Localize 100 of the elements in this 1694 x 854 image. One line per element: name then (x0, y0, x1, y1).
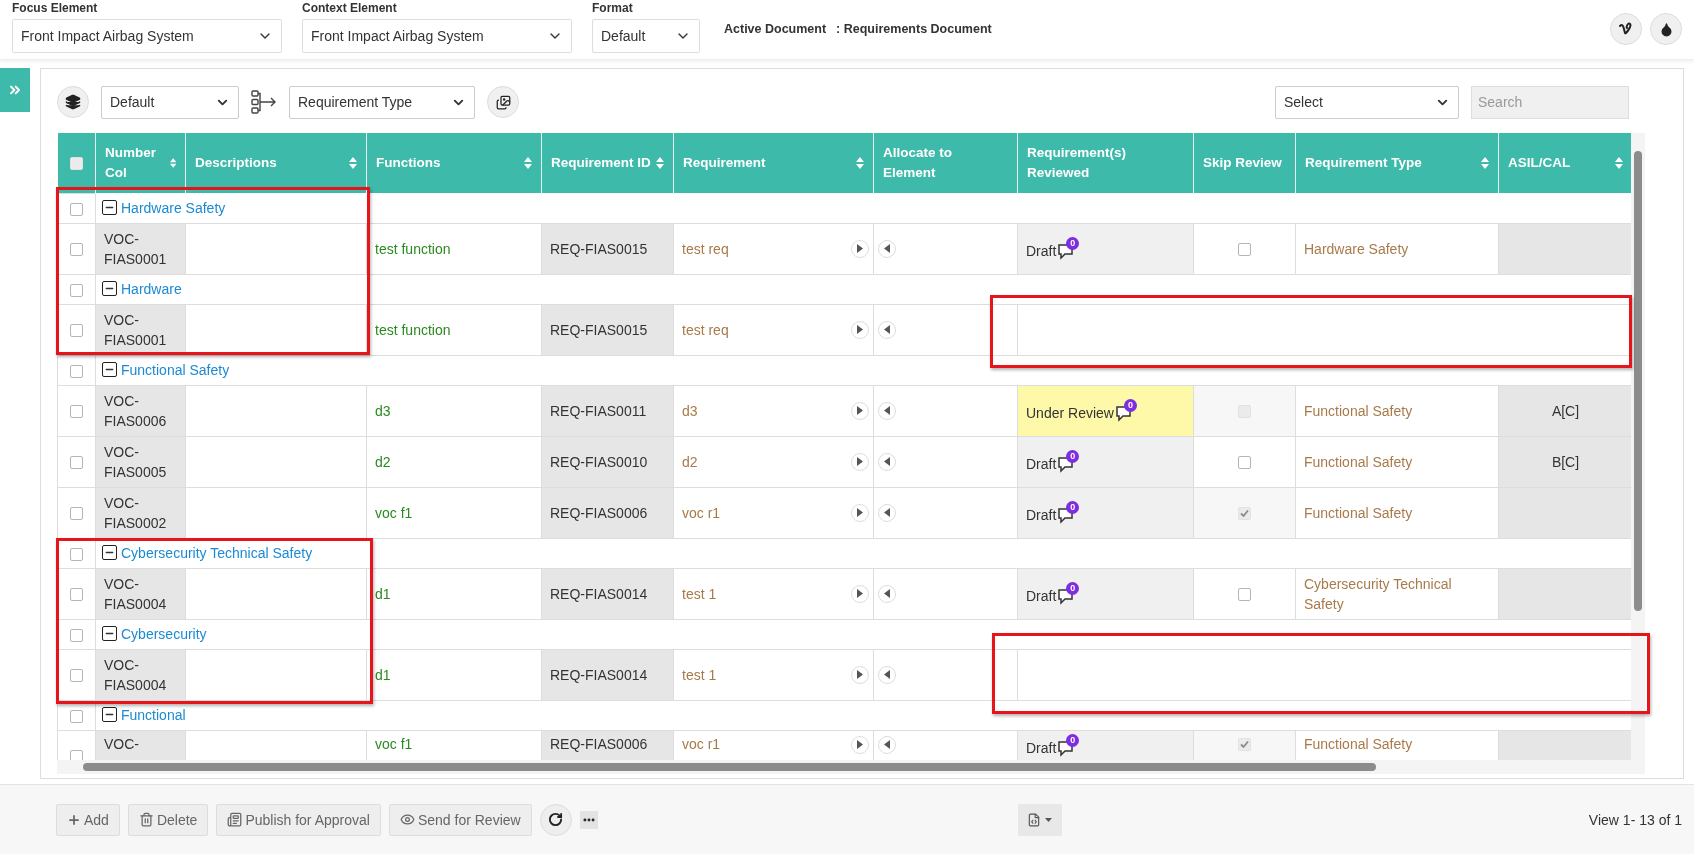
footer-button[interactable]: Add (56, 803, 120, 836)
row-checkbox[interactable] (70, 283, 83, 297)
left-arrow-button[interactable] (878, 665, 896, 684)
vertical-scrollbar[interactable] (1631, 133, 1645, 760)
group-by-dropdown[interactable]: Requirement Type (289, 85, 475, 119)
images-icon (495, 94, 511, 110)
view-dropdown[interactable]: Default (101, 85, 239, 119)
horizontal-scrollbar[interactable] (57, 760, 1645, 774)
select-all-checkbox[interactable] (69, 156, 83, 170)
comment-badge[interactable]: 0 (1057, 449, 1080, 474)
review-status-cell: Draft 0 (1017, 568, 1194, 619)
requirement-type-cell: Functional Safety (1295, 436, 1499, 487)
requirement-id-cell: REQ-FIAS0011 (541, 385, 674, 436)
right-arrow-button[interactable] (851, 503, 869, 522)
right-arrow-button[interactable] (851, 665, 869, 684)
row-checkbox[interactable] (70, 588, 83, 602)
left-arrow-button[interactable] (878, 584, 896, 603)
row-checkbox[interactable] (70, 709, 83, 723)
right-arrow-button[interactable] (851, 735, 869, 754)
triangle-right-icon (856, 406, 864, 415)
comment-badge[interactable]: 0 (1114, 398, 1137, 423)
skip-review-checkbox[interactable] (1238, 243, 1251, 257)
logo-button[interactable] (1610, 13, 1642, 45)
row-checkbox[interactable] (70, 364, 83, 378)
function-cell: d3 (366, 385, 542, 436)
logo-icon (1619, 22, 1633, 36)
refresh-button[interactable] (539, 803, 572, 836)
footer-button[interactable]: Publish for Approval (216, 803, 381, 836)
droplet-button[interactable] (1650, 13, 1682, 45)
group-link[interactable]: Cybersecurity (121, 625, 207, 642)
collapse-icon[interactable] (102, 281, 117, 297)
field-label: Focus Element (12, 1, 99, 15)
requirement-id-cell: REQ-FIAS0010 (541, 436, 674, 487)
group-link[interactable]: Hardware Safety (121, 199, 226, 216)
images-button[interactable] (487, 86, 519, 118)
sort-icon (349, 157, 357, 169)
group-link[interactable]: Functional (121, 706, 186, 723)
function-cell: test function (366, 304, 542, 355)
search-field[interactable]: Search (1471, 85, 1629, 119)
triangle-left-icon (883, 670, 891, 679)
row-checkbox[interactable] (70, 324, 83, 338)
requirement-text: test req (682, 321, 729, 338)
group-link[interactable]: Functional Safety (121, 361, 230, 378)
collapse-icon[interactable] (102, 707, 117, 723)
left-arrow-button[interactable] (878, 320, 896, 339)
left-arrow-button[interactable] (878, 401, 896, 420)
number-cell: VOC-FIAS0006 (95, 385, 186, 436)
row-checkbox[interactable] (70, 243, 83, 257)
left-arrow-button[interactable] (878, 503, 896, 522)
row-checkbox[interactable] (70, 456, 83, 470)
right-arrow-button[interactable] (851, 584, 869, 603)
function-cell: voc f1 (366, 487, 542, 538)
comment-badge[interactable]: 0 (1057, 581, 1080, 606)
row-checkbox[interactable] (70, 669, 83, 683)
row-checkbox[interactable] (70, 405, 83, 419)
collapse-icon[interactable] (102, 626, 117, 642)
comment-badge[interactable]: 0 (1057, 236, 1080, 261)
review-status-cell: Draft 0 (1017, 223, 1194, 274)
collapse-icon[interactable] (102, 362, 117, 378)
row-checkbox[interactable] (70, 507, 83, 521)
triangle-right-icon (856, 325, 864, 334)
requirement-type-cell: Hardware Safety (1295, 223, 1499, 274)
left-arrow-button[interactable] (878, 452, 896, 471)
right-arrow-button[interactable] (851, 401, 869, 420)
right-arrow-button[interactable] (851, 239, 869, 258)
layers-button[interactable] (57, 86, 89, 118)
right-arrow-button[interactable] (851, 452, 869, 471)
requirement-type-cell: Cybersecurity Technical Safety (1295, 568, 1499, 619)
asil-cell: A[C] (1498, 385, 1631, 436)
right-arrow-button[interactable] (851, 320, 869, 339)
export-button[interactable] (1017, 803, 1062, 836)
row-checkbox[interactable] (70, 628, 83, 642)
collapse-icon[interactable] (102, 200, 117, 215)
requirement-text: d2 (682, 453, 698, 470)
footer-button[interactable]: Delete (127, 803, 209, 836)
skip-review-checkbox[interactable] (1238, 588, 1251, 602)
comment-badge[interactable]: 0 (1057, 733, 1080, 758)
filter-dropdown[interactable]: Select (1275, 85, 1459, 119)
number-cell: VOC- (95, 730, 186, 760)
dropdown[interactable]: Front Impact Airbag System (302, 19, 572, 53)
plus-icon (67, 812, 81, 827)
collapse-icon[interactable] (102, 545, 117, 561)
group-link[interactable]: Cybersecurity Technical Safety (121, 544, 313, 561)
field-label: Format (592, 1, 634, 15)
number-cell: VOC-FIAS0004 (95, 568, 186, 619)
more-button[interactable] (579, 810, 598, 829)
skip-review-checkbox[interactable] (1238, 456, 1251, 470)
sort-icon (1481, 157, 1489, 169)
comment-badge[interactable]: 0 (1057, 500, 1080, 525)
review-status-cell: Under Review 0 (1017, 385, 1194, 436)
dropdown[interactable]: Front Impact Airbag System (12, 19, 282, 53)
row-checkbox[interactable] (70, 202, 83, 216)
footer-button[interactable]: Send for Review (388, 803, 532, 836)
hierarchy-icon (251, 90, 277, 114)
left-arrow-button[interactable] (878, 239, 896, 258)
group-link[interactable]: Hardware (121, 280, 182, 297)
row-checkbox[interactable] (70, 547, 83, 561)
dropdown[interactable]: Default (592, 19, 700, 53)
left-arrow-button[interactable] (878, 735, 896, 754)
row-checkbox[interactable] (70, 750, 83, 760)
